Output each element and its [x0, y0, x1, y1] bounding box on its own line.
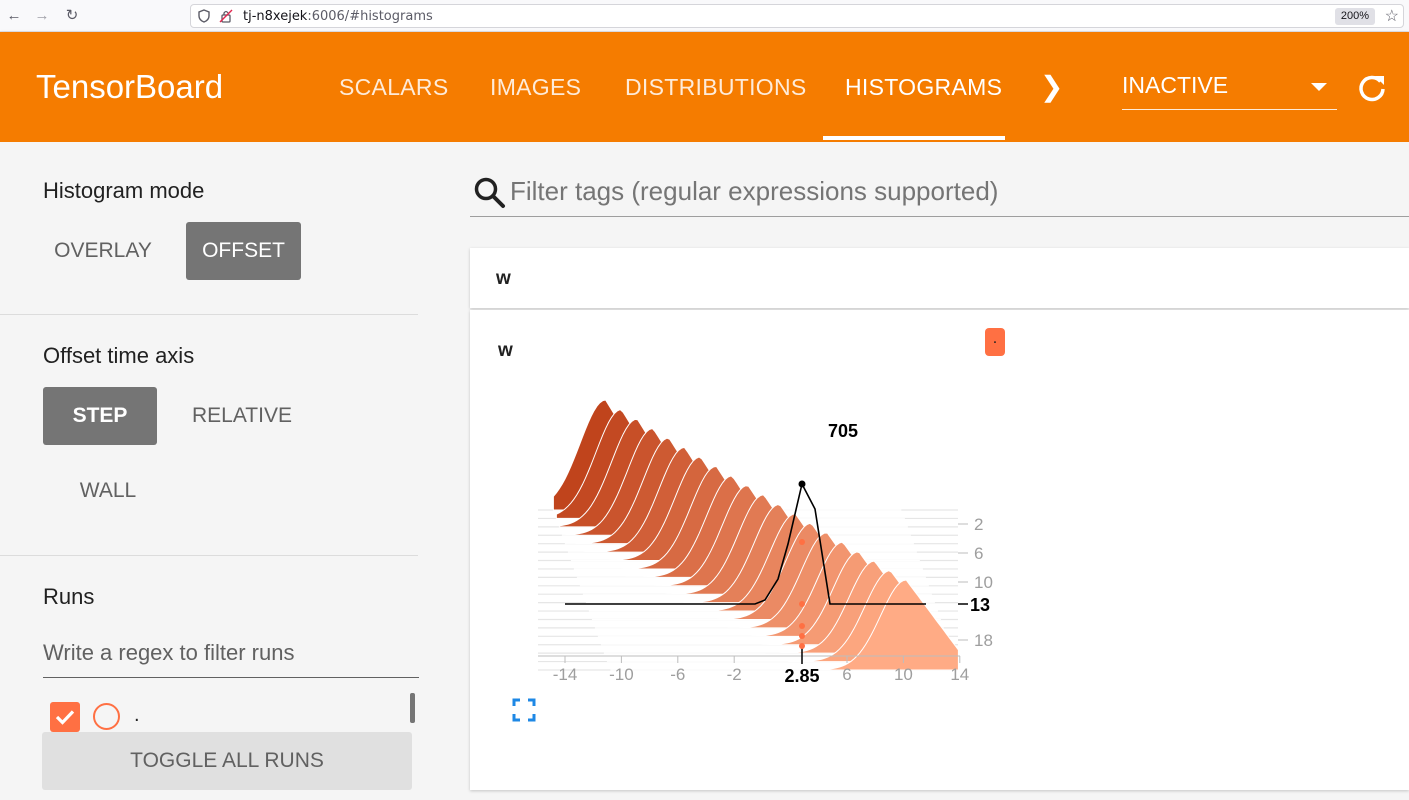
hover-step-dot	[799, 601, 805, 607]
y-tick-label: 2	[974, 515, 983, 534]
reload-page-icon[interactable]: ↻	[62, 6, 82, 26]
shield-icon	[198, 9, 210, 23]
browser-toolbar: ← → ↻ tj-n8xejek:6006/#histograms 200% ☆	[0, 0, 1409, 32]
active-tab-indicator	[823, 136, 1005, 140]
y-tick-label: 18	[974, 631, 993, 650]
run-name-label: .	[134, 704, 140, 726]
toggle-all-runs-button[interactable]: TOGGLE ALL RUNS	[42, 732, 412, 790]
x-tick-label: -14	[553, 665, 578, 684]
hover-peak-dot	[798, 480, 806, 488]
run-chip[interactable]: .	[985, 328, 1005, 356]
url-host: tj-n8xejek	[243, 9, 308, 24]
url-text: tj-n8xejek:6006/#histograms	[243, 9, 433, 24]
app-header: TensorBoard SCALARS IMAGES DISTRIBUTIONS…	[0, 32, 1409, 142]
sidebar-divider	[0, 314, 418, 315]
tag-filter-field[interactable]	[470, 172, 1409, 217]
x-tick-label: 10	[894, 665, 913, 684]
hover-x-label: 2.85	[784, 666, 819, 686]
back-icon[interactable]: ←	[4, 6, 24, 26]
plugin-select-value: INACTIVE	[1122, 72, 1229, 98]
tag-group-label: w	[496, 268, 511, 289]
search-icon	[474, 177, 505, 208]
hover-step-dot	[799, 643, 805, 649]
hover-step-dot	[799, 633, 805, 639]
relative-button[interactable]: RELATIVE	[176, 387, 308, 445]
offset-time-axis-title: Offset time axis	[43, 343, 195, 368]
y-tick-label: 10	[974, 573, 993, 592]
offset-button[interactable]: OFFSET	[186, 222, 301, 280]
dropdown-arrow-icon	[1311, 83, 1327, 91]
histogram-card: w . -14 -10 -6 -2 6 10 14 2 6 10 18 705 2.85 13	[470, 310, 1409, 790]
x-tick-label: 6	[842, 665, 851, 684]
card-title: w	[498, 340, 513, 361]
histogram-chart[interactable]: -14 -10 -6 -2 6 10 14 2 6 10 18 705 2.85 13	[470, 370, 1030, 690]
sidebar: Histogram mode OVERLAY OFFSET Offset tim…	[0, 142, 440, 800]
brand-title: TensorBoard	[36, 68, 224, 105]
x-tick-label: -10	[609, 665, 634, 684]
hover-step-dot	[799, 623, 805, 629]
tag-filter-input[interactable]	[510, 176, 1390, 207]
sidebar-divider	[0, 555, 418, 556]
step-button[interactable]: STEP	[43, 387, 157, 445]
hover-step-dot	[799, 539, 805, 545]
x-tick-label: -6	[670, 665, 685, 684]
refresh-icon[interactable]	[1356, 72, 1388, 104]
runs-scrollbar[interactable]	[410, 693, 415, 723]
bookmark-star-icon[interactable]: ☆	[1385, 6, 1399, 26]
hover-count-label: 705	[828, 421, 858, 441]
fullscreen-icon[interactable]	[512, 698, 536, 722]
plugin-select[interactable]: INACTIVE	[1122, 70, 1337, 110]
more-tabs-chevron-icon[interactable]: ❯	[1040, 70, 1063, 103]
check-icon	[55, 710, 75, 725]
x-tick-label: 14	[950, 665, 969, 684]
tab-scalars[interactable]: SCALARS	[339, 74, 448, 101]
wall-button[interactable]: WALL	[52, 462, 164, 520]
insecure-lock-icon	[219, 9, 233, 23]
histogram-mode-title: Histogram mode	[43, 178, 205, 203]
runs-title: Runs	[43, 584, 95, 609]
run-checkbox[interactable]	[50, 702, 80, 732]
hover-step-label: 13	[970, 595, 990, 615]
overlay-button[interactable]: OVERLAY	[40, 222, 166, 280]
url-bar[interactable]: tj-n8xejek:6006/#histograms 200% ☆	[190, 4, 1404, 28]
x-tick-label: -2	[727, 665, 742, 684]
y-tick-label: 6	[974, 544, 983, 563]
tag-group-header[interactable]: w	[470, 248, 1409, 308]
zoom-level-badge[interactable]: 200%	[1334, 8, 1375, 25]
tab-histograms[interactable]: HISTOGRAMS	[845, 74, 1002, 101]
url-path: :6006/#histograms	[307, 9, 433, 24]
forward-icon[interactable]: →	[32, 6, 52, 26]
run-filter-field[interactable]	[43, 638, 419, 678]
tab-distributions[interactable]: DISTRIBUTIONS	[625, 74, 807, 101]
run-filter-input[interactable]	[43, 638, 419, 666]
run-color-radio[interactable]	[93, 703, 120, 730]
tab-images[interactable]: IMAGES	[490, 74, 581, 101]
